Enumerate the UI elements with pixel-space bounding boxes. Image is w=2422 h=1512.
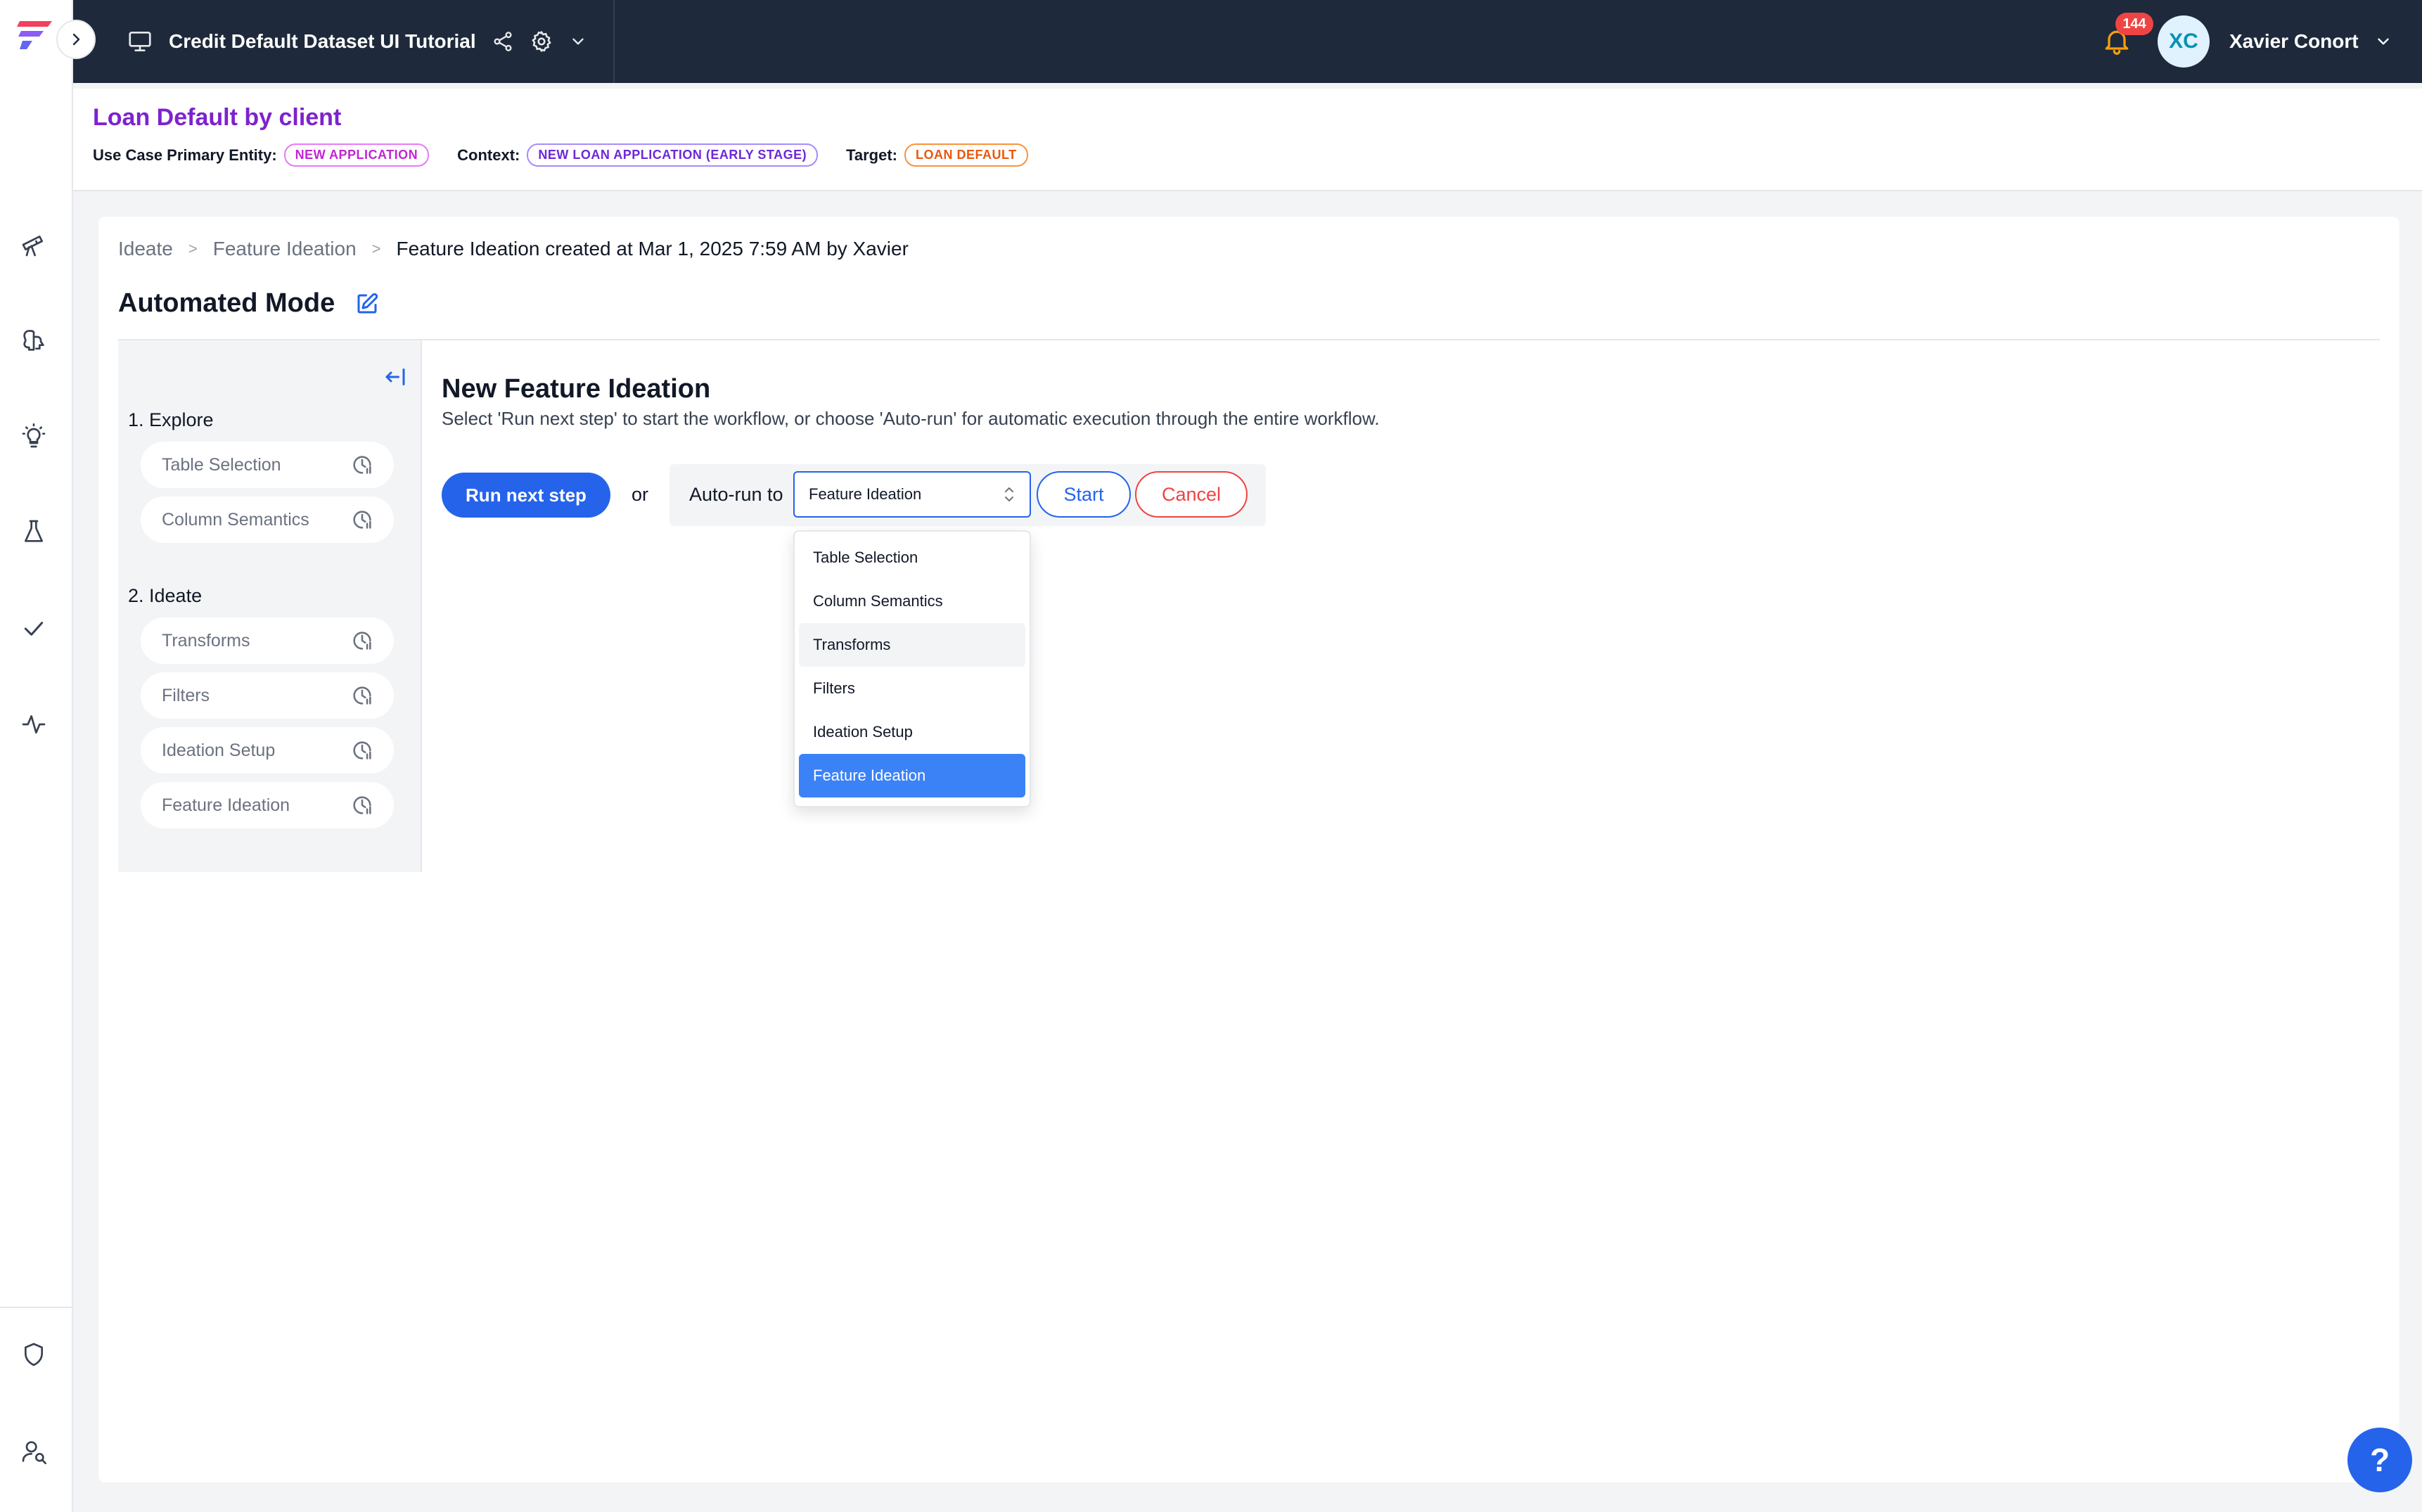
run-next-step-button[interactable]: Run next step — [442, 473, 610, 518]
step-group-explore: 1. Explore — [128, 409, 214, 430]
auto-run-dropdown: Table Selection Column Semantics Transfo… — [793, 530, 1031, 807]
step-label: Feature Ideation — [162, 795, 290, 815]
step-label: Filters — [162, 685, 210, 705]
user-search-icon[interactable] — [20, 1437, 48, 1466]
target-badge: LOAN DEFAULT — [904, 143, 1028, 167]
catalog-selector[interactable]: Credit Default Dataset UI Tutorial — [127, 0, 587, 83]
chevron-up-down-icon — [1001, 485, 1017, 504]
app-logo[interactable] — [15, 17, 56, 52]
use-case-header: Loan Default by client Use Case Primary … — [73, 89, 2422, 191]
expand-sidebar-button[interactable] — [56, 20, 96, 59]
step-label: Ideation Setup — [162, 740, 276, 760]
step-label: Table Selection — [162, 454, 281, 475]
content-description: Select 'Run next step' to start the work… — [442, 408, 1380, 429]
step-ideation-setup[interactable]: Ideation Setup — [141, 727, 394, 774]
catalog-name: Credit Default Dataset UI Tutorial — [169, 30, 476, 52]
topbar-divider — [613, 0, 615, 83]
auto-run-select[interactable]: Feature Ideation — [793, 471, 1031, 518]
clock-icon — [350, 793, 374, 817]
flask-icon[interactable] — [20, 518, 48, 546]
user-menu[interactable]: Xavier Conort — [2229, 0, 2392, 83]
user-name: Xavier Conort — [2229, 30, 2359, 52]
chevron-down-icon[interactable] — [569, 32, 587, 51]
dropdown-option-table-selection[interactable]: Table Selection — [799, 536, 1025, 579]
clock-icon — [350, 684, 374, 707]
clock-icon — [350, 629, 374, 653]
monitor-icon — [127, 28, 153, 55]
or-label: or — [632, 484, 649, 505]
breadcrumb-ideate[interactable]: Ideate — [118, 238, 173, 260]
main-card: Ideate > Feature Ideation > Feature Idea… — [98, 217, 2399, 1482]
telescope-icon[interactable] — [20, 231, 48, 259]
shield-icon[interactable] — [20, 1340, 48, 1369]
top-bar: Credit Default Dataset UI Tutorial 144 X… — [56, 0, 2422, 83]
breadcrumb: Ideate > Feature Ideation > Feature Idea… — [118, 238, 909, 260]
dropdown-option-ideation-setup[interactable]: Ideation Setup — [799, 710, 1025, 754]
breadcrumb-feature-ideation[interactable]: Feature Ideation — [213, 238, 357, 260]
notification-badge: 144 — [2115, 13, 2153, 35]
gear-icon[interactable] — [530, 30, 553, 53]
title-divider — [118, 339, 2380, 340]
dropdown-option-column-semantics[interactable]: Column Semantics — [799, 579, 1025, 623]
chevron-right-icon — [72, 33, 80, 46]
dropdown-option-transforms[interactable]: Transforms — [799, 623, 1025, 667]
step-filters[interactable]: Filters — [141, 672, 394, 719]
step-feature-ideation[interactable]: Feature Ideation — [141, 782, 394, 828]
collapse-panel-icon[interactable] — [383, 364, 408, 390]
page-title: Automated Mode — [118, 288, 335, 318]
dropdown-option-filters[interactable]: Filters — [799, 667, 1025, 710]
step-transforms[interactable]: Transforms — [141, 617, 394, 664]
activity-icon[interactable] — [20, 710, 48, 738]
step-table-selection[interactable]: Table Selection — [141, 442, 394, 488]
step-label: Transforms — [162, 630, 250, 651]
step-group-ideate: 2. Ideate — [128, 585, 203, 606]
select-value: Feature Ideation — [809, 485, 922, 503]
context-badge: NEW LOAN APPLICATION (EARLY STAGE) — [527, 143, 819, 167]
edit-icon[interactable] — [354, 291, 380, 316]
clock-icon — [350, 453, 374, 477]
content-title: New Feature Ideation — [442, 374, 711, 404]
breadcrumb-separator: > — [188, 240, 198, 257]
check-icon[interactable] — [20, 615, 48, 643]
clock-icon — [350, 508, 374, 532]
breadcrumb-separator: > — [371, 240, 381, 257]
help-button[interactable]: ? — [2347, 1428, 2412, 1492]
rail-divider — [0, 1307, 73, 1308]
use-case-meta: Use Case Primary Entity: NEW APPLICATION… — [93, 143, 1028, 167]
breadcrumb-current: Feature Ideation created at Mar 1, 2025 … — [396, 238, 909, 260]
context-label: Context: — [457, 146, 520, 164]
dropdown-option-feature-ideation[interactable]: Feature Ideation — [799, 754, 1025, 797]
target-label: Target: — [846, 146, 898, 164]
step-label: Column Semantics — [162, 509, 309, 530]
brain-icon[interactable] — [20, 326, 48, 354]
auto-run-label: Auto-run to — [689, 484, 783, 505]
cancel-button[interactable]: Cancel — [1135, 471, 1248, 518]
use-case-title[interactable]: Loan Default by client — [93, 104, 341, 132]
chevron-down-icon — [2377, 38, 2389, 45]
start-button[interactable]: Start — [1037, 471, 1131, 518]
steps-panel: 1. Explore Table Selection Column Semant… — [118, 340, 422, 872]
step-column-semantics[interactable]: Column Semantics — [141, 496, 394, 543]
primary-entity-label: Use Case Primary Entity: — [93, 146, 277, 164]
lightbulb-icon[interactable] — [20, 422, 48, 450]
share-icon[interactable] — [492, 30, 514, 53]
auto-run-group: Auto-run to Feature Ideation Start Cance… — [669, 464, 1266, 526]
clock-icon — [350, 738, 374, 762]
avatar[interactable]: XC — [2158, 15, 2210, 68]
left-rail — [0, 0, 73, 1512]
primary-entity-badge: NEW APPLICATION — [283, 143, 430, 167]
